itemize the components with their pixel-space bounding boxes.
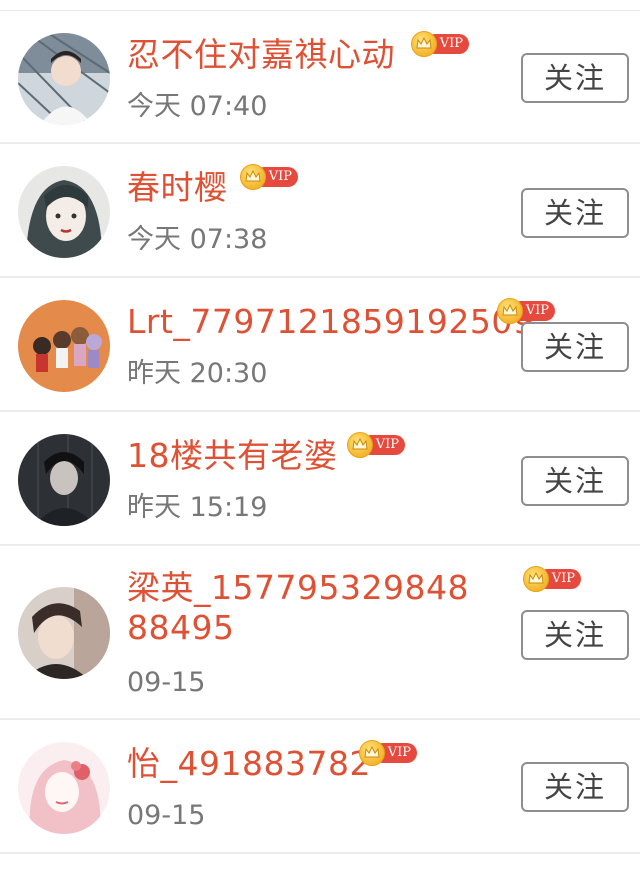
username[interactable]: 忍不住对嘉祺心动 bbox=[127, 35, 395, 75]
username[interactable]: 怡_491883782 bbox=[127, 744, 371, 784]
follower-list: 忍不住对嘉祺心动 VIP 今天 07:40 关注 春时樱 VIP 今天 07:3… bbox=[0, 0, 640, 874]
vip-badge: VIP bbox=[523, 566, 581, 592]
follow-button[interactable]: 关注 bbox=[521, 610, 629, 660]
username[interactable]: 梁英_15779532984888495 bbox=[127, 568, 477, 648]
timestamp: 今天 07:40 bbox=[127, 91, 268, 122]
timestamp: 昨天 15:19 bbox=[127, 492, 268, 523]
username[interactable]: Lrt_7797121859192509 bbox=[127, 302, 534, 342]
vip-badge: VIP bbox=[411, 31, 469, 57]
crown-icon bbox=[347, 432, 373, 458]
avatar[interactable] bbox=[18, 742, 110, 834]
list-item[interactable]: 春时樱 VIP 今天 07:38 关注 bbox=[0, 144, 640, 278]
vip-badge: VIP bbox=[497, 298, 555, 324]
row-divider bbox=[0, 852, 640, 854]
follow-button[interactable]: 关注 bbox=[521, 456, 629, 506]
avatar[interactable] bbox=[18, 300, 110, 392]
list-item[interactable]: Lrt_7797121859192509 VIP 昨天 20:30 关注 bbox=[0, 278, 640, 412]
avatar[interactable] bbox=[18, 434, 110, 526]
follow-button[interactable]: 关注 bbox=[521, 322, 629, 372]
avatar[interactable] bbox=[18, 166, 110, 258]
follow-button[interactable]: 关注 bbox=[521, 762, 629, 812]
username[interactable]: 18楼共有老婆 bbox=[127, 436, 338, 476]
timestamp: 09-15 bbox=[127, 800, 206, 831]
list-item[interactable]: 梁英_15779532984888495 VIP 09-15 关注 bbox=[0, 546, 640, 720]
crown-icon bbox=[497, 298, 523, 324]
crown-icon bbox=[411, 31, 437, 57]
list-item[interactable]: 忍不住对嘉祺心动 VIP 今天 07:40 关注 bbox=[0, 11, 640, 144]
crown-icon bbox=[523, 566, 549, 592]
vip-badge: VIP bbox=[347, 432, 405, 458]
vip-badge: VIP bbox=[359, 740, 417, 766]
timestamp: 昨天 20:30 bbox=[127, 358, 268, 389]
timestamp: 09-15 bbox=[127, 667, 206, 698]
avatar[interactable] bbox=[18, 587, 110, 679]
follow-button[interactable]: 关注 bbox=[521, 53, 629, 103]
follow-button[interactable]: 关注 bbox=[521, 188, 629, 238]
crown-icon bbox=[240, 164, 266, 190]
timestamp: 今天 07:38 bbox=[127, 224, 268, 255]
vip-badge: VIP bbox=[240, 164, 298, 190]
avatar[interactable] bbox=[18, 33, 110, 125]
crown-icon bbox=[359, 740, 385, 766]
list-item[interactable]: 怡_491883782 VIP 09-15 关注 bbox=[0, 720, 640, 854]
list-item[interactable]: 18楼共有老婆 VIP 昨天 15:19 关注 bbox=[0, 412, 640, 546]
username[interactable]: 春时樱 bbox=[127, 168, 228, 208]
